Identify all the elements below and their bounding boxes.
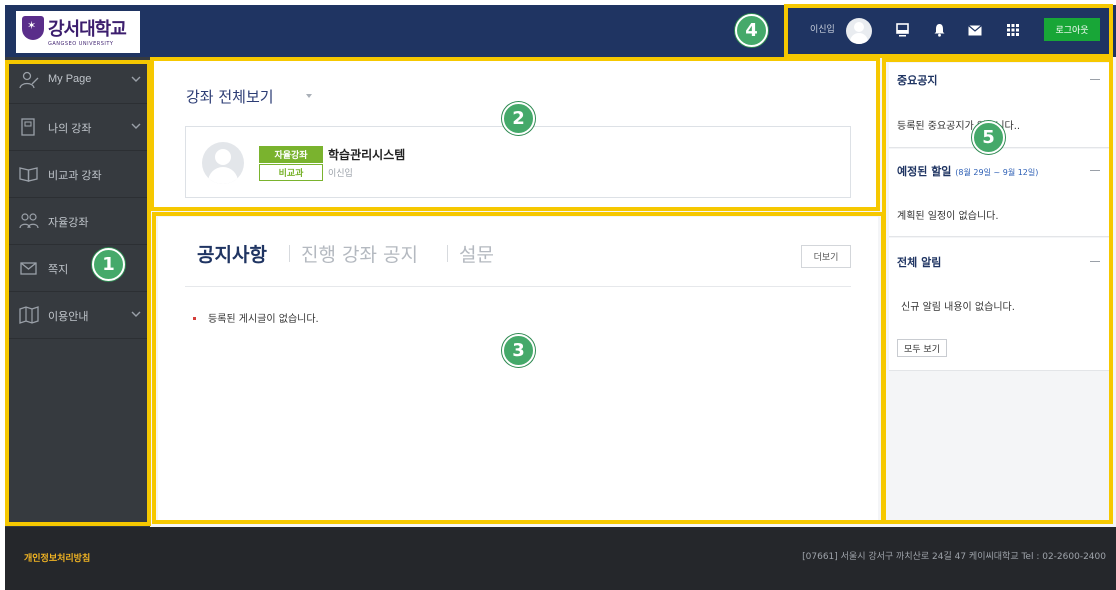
footer: 개인정보처리방침 [07661] 서울시 강서구 까치산로 24길 47 케이씨… <box>5 527 1116 590</box>
course-overview-title[interactable]: 강좌 전체보기 <box>186 86 274 107</box>
marker-3: 3 <box>502 334 535 367</box>
sidebar-item-extracurricular[interactable]: 비교과 강좌 <box>5 151 150 198</box>
bell-icon[interactable] <box>930 20 948 40</box>
sidebar-item-label: 자율강좌 <box>48 217 89 229</box>
marker-2: 2 <box>502 102 535 135</box>
sidebar-item-label: 이용안내 <box>48 311 89 323</box>
collapse-icon[interactable] <box>1090 170 1100 171</box>
marker-5: 5 <box>972 121 1005 154</box>
professor-avatar <box>202 142 244 184</box>
course-type-badge: 자율강좌 <box>259 146 323 163</box>
book-icon <box>21 118 35 136</box>
sidebar-item-my-courses[interactable]: 나의 강좌 <box>5 104 150 151</box>
tab-course-notices[interactable]: 진행 강좌 공지 <box>301 240 418 267</box>
tab-notices[interactable]: 공지사항 <box>197 240 267 267</box>
logo-name: 강서대학교 <box>48 19 127 40</box>
tab-divider <box>447 245 448 262</box>
user-utility-bar: 이신입 로그아웃 <box>788 8 1113 55</box>
view-all-button[interactable]: 모두 보기 <box>897 339 947 357</box>
sidebar-item-self-study[interactable]: 자율강좌 <box>5 198 150 245</box>
schedule-range: (8월 29일 ~ 9월 12일) <box>955 168 1039 177</box>
alerts-title[interactable]: 전체 알림 <box>897 254 941 270</box>
logout-button[interactable]: 로그아웃 <box>1044 18 1100 41</box>
footer-address: [07661] 서울시 강서구 까치산로 24길 47 케이씨대학교 Tel :… <box>802 552 1106 562</box>
grid-icon[interactable] <box>1004 20 1022 40</box>
logo-subtitle: GANGSEO UNIVERSITY <box>48 41 114 47</box>
schedule-message: 계획된 일정이 없습니다. <box>897 211 999 222</box>
monitor-icon[interactable] <box>893 20 911 40</box>
course-category-badge: 비교과 <box>259 164 323 181</box>
group-icon <box>19 213 39 229</box>
open-book-icon <box>19 167 38 182</box>
sidebar-item-label: 비교과 강좌 <box>48 170 102 182</box>
divider <box>185 286 851 287</box>
important-notice-title[interactable]: 중요공지 <box>897 72 937 88</box>
sidebar-item-label: 쪽지 <box>48 264 69 276</box>
envelope-icon <box>20 262 37 275</box>
schedule-box: 예정된 할일 (8월 29일 ~ 9월 12일) 계획된 일정이 없습니다. <box>889 149 1110 237</box>
chevron-down-icon <box>131 76 141 82</box>
more-button[interactable]: 더보기 <box>801 245 851 268</box>
user-icon <box>19 71 39 89</box>
collapse-icon[interactable] <box>1090 261 1100 262</box>
alerts-box: 전체 알림 신규 알림 내용이 없습니다. 모두 보기 <box>889 238 1110 371</box>
chevron-down-icon <box>131 311 141 317</box>
tab-survey[interactable]: 설문 <box>459 240 494 267</box>
lms-dashboard: ✶ 강서대학교 GANGSEO UNIVERSITY 이신입 로그아웃 My P… <box>0 0 1116 590</box>
sidebar-item-guide[interactable]: 이용안내 <box>5 292 150 339</box>
sidebar-item-my-page[interactable]: My Page <box>5 57 150 104</box>
tab-divider <box>289 245 290 262</box>
course-name[interactable]: 학습관리시스템 <box>328 146 405 163</box>
sidebar: My Page 나의 강좌 비교과 강좌 자율강좌 쪽지 이용안내 <box>5 57 150 527</box>
schedule-title[interactable]: 예정된 할일 (8월 29일 ~ 9월 12일) <box>897 163 1038 179</box>
sidebar-item-label: My Page <box>48 73 92 85</box>
user-name: 이신입 <box>810 24 835 34</box>
privacy-policy-link[interactable]: 개인정보처리방침 <box>24 551 90 564</box>
course-professor: 이신입 <box>328 169 353 179</box>
collapse-icon[interactable] <box>1090 79 1100 80</box>
university-logo[interactable]: ✶ 강서대학교 GANGSEO UNIVERSITY <box>16 11 140 53</box>
mail-icon[interactable] <box>966 20 984 40</box>
alerts-message: 신규 알림 내용이 없습니다. <box>901 302 1015 313</box>
bullet-icon <box>193 317 196 320</box>
sidebar-item-label: 나의 강좌 <box>48 123 92 135</box>
notice-empty-message: 등록된 게시글이 없습니다. <box>208 314 319 325</box>
caret-down-icon[interactable] <box>306 93 312 99</box>
sidebar-item-messages[interactable]: 쪽지 <box>5 245 150 292</box>
chevron-down-icon <box>131 123 141 129</box>
marker-4: 4 <box>735 14 768 47</box>
marker-1: 1 <box>92 248 125 281</box>
avatar-icon[interactable] <box>846 18 872 44</box>
map-icon <box>19 306 39 324</box>
course-card[interactable]: 자율강좌 비교과 학습관리시스템 이신입 <box>185 126 851 198</box>
